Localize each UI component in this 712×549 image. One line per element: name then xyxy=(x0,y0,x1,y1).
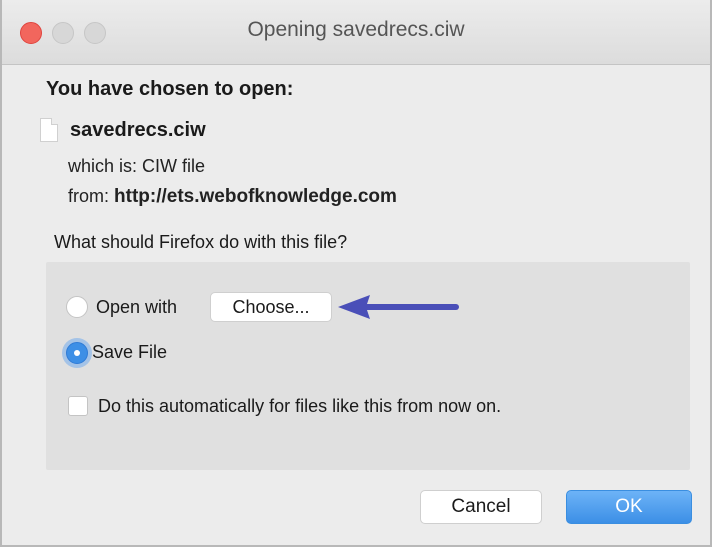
file-type-value: CIW file xyxy=(142,156,206,176)
file-source-value: http://ets.webofknowledge.com xyxy=(114,186,397,207)
file-type-label: which is: xyxy=(68,156,138,176)
title-bar: Opening savedrecs.ciw xyxy=(2,0,710,65)
save-file-radio[interactable] xyxy=(66,342,88,364)
cancel-button[interactable]: Cancel xyxy=(420,490,542,524)
open-with-label[interactable]: Open with xyxy=(96,297,177,318)
choose-application-button[interactable]: Choose... xyxy=(210,292,332,322)
auto-action-checkbox[interactable] xyxy=(68,396,88,416)
file-type-line: which is: CIW file xyxy=(68,156,205,177)
file-row: savedrecs.ciw xyxy=(40,116,206,144)
options-panel: Open with Choose... Save File Do this au… xyxy=(46,262,690,470)
file-name: savedrecs.ciw xyxy=(70,118,206,141)
window-title: Opening savedrecs.ciw xyxy=(247,18,465,41)
download-dialog: Opening savedrecs.ciw You have chosen to… xyxy=(0,0,712,547)
open-with-radio[interactable] xyxy=(66,296,88,318)
file-source-line: from: http://ets.webofknowledge.com xyxy=(68,186,397,208)
action-question: What should Firefox do with this file? xyxy=(54,232,348,252)
ok-button[interactable]: OK xyxy=(566,490,692,524)
document-icon xyxy=(40,118,58,142)
dialog-heading: You have chosen to open: xyxy=(46,78,294,100)
file-source-label: from: xyxy=(68,186,110,206)
save-file-label[interactable]: Save File xyxy=(92,342,167,363)
auto-action-label[interactable]: Do this automatically for files like thi… xyxy=(98,396,501,417)
arrow-left-icon xyxy=(338,295,459,319)
